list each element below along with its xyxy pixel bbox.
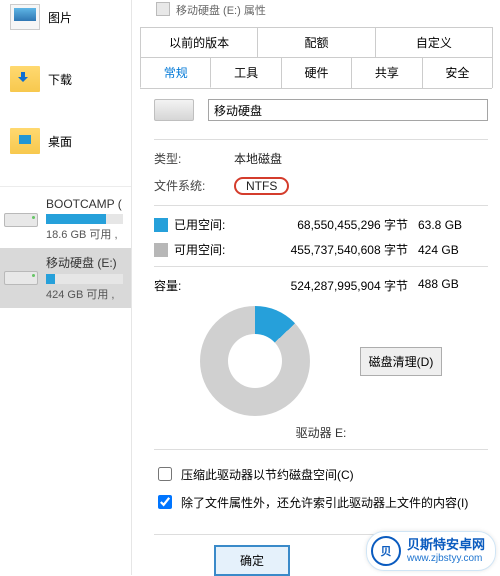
ok-button[interactable]: 确定	[214, 545, 290, 576]
index-label: 除了文件属性外，还允许索引此驱动器上文件的内容(I)	[181, 494, 468, 511]
pictures-icon	[10, 4, 40, 30]
tab-previous-versions[interactable]: 以前的版本	[140, 27, 258, 57]
usage-donut-chart	[200, 306, 310, 416]
sidebar-item-downloads[interactable]: 下载	[0, 62, 131, 96]
used-swatch-icon	[154, 218, 168, 232]
sidebar-label: 下载	[48, 71, 72, 88]
watermark-logo-icon: 贝	[371, 536, 401, 566]
drive-usage-bar	[46, 214, 123, 224]
watermark-badge: 贝 贝斯特安卓网 www.zjbstyy.com	[366, 531, 496, 571]
compress-checkbox-row[interactable]: 压缩此驱动器以节约磁盘空间(C)	[154, 464, 488, 484]
compress-checkbox[interactable]	[158, 467, 172, 481]
watermark-title: 贝斯特安卓网	[407, 538, 485, 552]
tab-tools[interactable]: 工具	[210, 57, 281, 88]
tab-hardware[interactable]: 硬件	[281, 57, 352, 88]
compress-label: 压缩此驱动器以节约磁盘空间(C)	[181, 466, 354, 483]
sidebar-item-desktop[interactable]: 桌面	[0, 124, 131, 158]
sidebar-item-pictures[interactable]: 图片	[0, 0, 131, 34]
used-label: 已用空间:	[174, 216, 254, 233]
capacity-bytes: 524,287,995,904 字节	[254, 277, 418, 294]
watermark-url: www.zjbstyy.com	[407, 553, 485, 564]
free-label: 可用空间:	[174, 241, 254, 258]
desktop-icon	[10, 128, 40, 154]
tab-security[interactable]: 安全	[422, 57, 493, 88]
filesystem-value: NTFS	[234, 177, 289, 195]
tab-sharing[interactable]: 共享	[351, 57, 422, 88]
free-human: 424 GB	[418, 243, 488, 257]
capacity-label: 容量:	[154, 277, 254, 294]
tab-general[interactable]: 常规	[140, 57, 211, 88]
drive-item-removable[interactable]: 移动硬盘 (E:) 424 GB 可用 ,	[0, 248, 131, 308]
divider	[154, 266, 488, 267]
drive-free-text: 18.6 GB 可用 ,	[46, 226, 123, 242]
tab-quota[interactable]: 配额	[257, 27, 375, 57]
type-label: 类型:	[154, 150, 234, 167]
properties-dialog: 移动硬盘 (E:) 属性 以前的版本 配额 自定义 常规 工具 硬件 共享 安全…	[132, 0, 500, 575]
free-bytes: 455,737,540,608 字节	[254, 241, 418, 258]
drive-name: 移动硬盘 (E:)	[46, 254, 123, 271]
sidebar-label: 图片	[48, 9, 72, 26]
filesystem-label: 文件系统:	[154, 177, 234, 195]
used-bytes: 68,550,455,296 字节	[254, 216, 418, 233]
index-checkbox-row[interactable]: 除了文件属性外，还允许索引此驱动器上文件的内容(I)	[154, 492, 488, 512]
used-human: 63.8 GB	[418, 218, 488, 232]
disk-cleanup-button[interactable]: 磁盘清理(D)	[360, 347, 443, 376]
dialog-title: 移动硬盘 (E:) 属性	[132, 0, 500, 23]
divider	[0, 186, 131, 187]
disk-name-input[interactable]	[208, 99, 488, 121]
index-checkbox[interactable]	[158, 495, 172, 509]
drive-item-bootcamp[interactable]: BOOTCAMP ( 18.6 GB 可用 ,	[0, 191, 131, 248]
divider	[154, 205, 488, 206]
downloads-icon	[10, 66, 40, 92]
divider	[154, 139, 488, 140]
tab-strip: 以前的版本 配额 自定义 常规 工具 硬件 共享 安全	[140, 27, 492, 89]
tab-customize[interactable]: 自定义	[375, 27, 493, 57]
capacity-human: 488 GB	[418, 277, 488, 294]
disk-large-icon	[154, 99, 194, 121]
drive-icon	[4, 271, 38, 285]
explorer-left-pane: 图片 下载 桌面 BOOTCAMP ( 18.6 GB 可用 , 移动硬盘 (E…	[0, 0, 132, 575]
drive-free-text: 424 GB 可用 ,	[46, 286, 123, 302]
drive-usage-bar	[46, 274, 123, 284]
divider	[154, 449, 488, 450]
type-value: 本地磁盘	[234, 150, 488, 167]
sidebar-label: 桌面	[48, 133, 72, 150]
free-swatch-icon	[154, 243, 168, 257]
drive-name: BOOTCAMP (	[46, 197, 123, 211]
drive-icon	[4, 213, 38, 227]
drive-letter-label: 驱动器 E:	[296, 426, 347, 440]
